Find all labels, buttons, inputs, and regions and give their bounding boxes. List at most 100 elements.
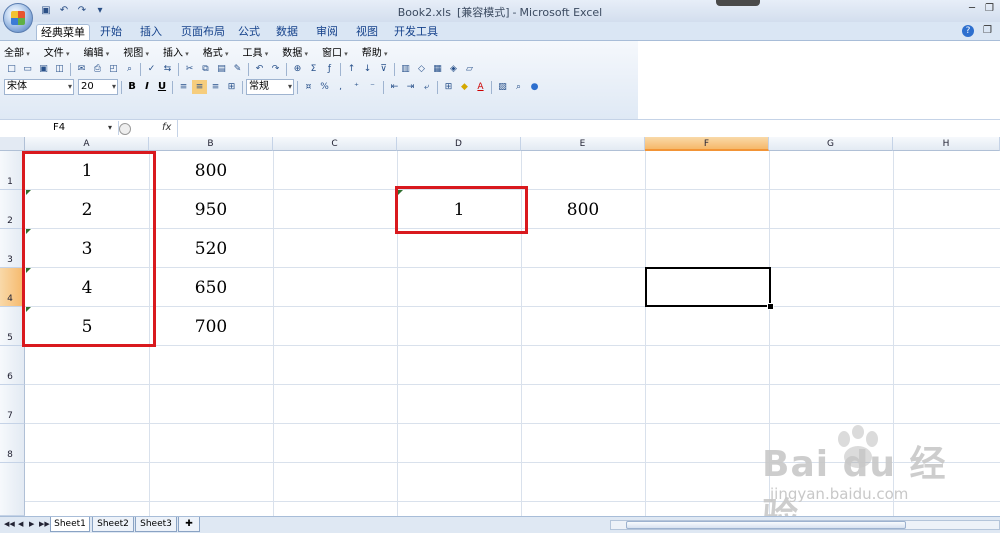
insert-function-icon[interactable]: ƒ: [322, 62, 337, 76]
filter-icon[interactable]: ⊽: [376, 62, 391, 76]
office-help-icon[interactable]: ●: [527, 80, 542, 94]
fill-color-icon[interactable]: ◆: [457, 80, 472, 94]
redo-toolbar-icon[interactable]: ↷: [268, 62, 283, 76]
italic-button[interactable]: I: [140, 80, 154, 94]
comma-button[interactable]: ,: [333, 80, 348, 94]
tab-insert[interactable]: 插入: [134, 24, 168, 40]
spelling-icon[interactable]: ✓: [144, 62, 159, 76]
decrease-indent-icon[interactable]: ⇤: [387, 80, 402, 94]
sheet-tab-2[interactable]: Sheet2: [92, 517, 134, 532]
paste-icon[interactable]: ▤: [214, 62, 229, 76]
tab-classic-menu[interactable]: 经典菜单: [36, 24, 90, 41]
cell-b3[interactable]: 520: [149, 230, 273, 268]
row-header-7[interactable]: 7: [0, 385, 25, 424]
last-sheet-icon[interactable]: ▶▶: [39, 520, 50, 528]
percent-button[interactable]: %: [317, 80, 332, 94]
open-icon[interactable]: ▭: [20, 62, 35, 76]
drawing-icon[interactable]: ◇: [414, 62, 429, 76]
column-header-f[interactable]: F: [645, 137, 769, 151]
find-icon[interactable]: ⌕: [511, 80, 526, 94]
row-header-9[interactable]: [0, 463, 25, 516]
formula-bar-handle-icon[interactable]: [119, 123, 131, 135]
tab-formulas[interactable]: 公式: [232, 24, 266, 40]
fill-handle[interactable]: [767, 303, 774, 310]
name-box-dropdown-icon[interactable]: ▾: [108, 121, 112, 135]
new-icon[interactable]: □: [4, 62, 19, 76]
column-header-h[interactable]: H: [893, 137, 1000, 151]
restore-icon[interactable]: ❐: [985, 3, 994, 14]
ribbon-restore-icon[interactable]: ❐: [983, 25, 992, 36]
active-cell-f4[interactable]: [645, 267, 771, 307]
menu-tools[interactable]: 工具: [243, 44, 269, 59]
tab-data[interactable]: 数据: [270, 24, 304, 40]
font-color-icon[interactable]: A: [473, 80, 488, 94]
column-header-a[interactable]: A: [25, 137, 149, 151]
cell-b5[interactable]: 700: [149, 308, 273, 346]
hyperlink-icon[interactable]: ⊕: [290, 62, 305, 76]
tab-developer[interactable]: 开发工具: [390, 24, 442, 40]
font-name-select[interactable]: 宋体: [4, 79, 74, 95]
font-size-select[interactable]: 20: [78, 79, 118, 95]
column-header-d[interactable]: D: [397, 137, 521, 151]
chart-icon[interactable]: ▥: [398, 62, 413, 76]
office-button[interactable]: [3, 3, 33, 33]
copy-icon[interactable]: ⧉: [198, 62, 213, 76]
column-header-e[interactable]: E: [521, 137, 645, 151]
cell-b4[interactable]: 650: [149, 269, 273, 307]
email-icon[interactable]: ✉: [74, 62, 89, 76]
save-file-icon[interactable]: ▣: [36, 62, 51, 76]
cell-b1[interactable]: 800: [149, 152, 273, 190]
folder-icon[interactable]: ▱: [462, 62, 477, 76]
minimize-icon[interactable]: ─: [969, 3, 975, 14]
help-icon[interactable]: ?: [962, 25, 974, 37]
bold-button[interactable]: B: [125, 80, 139, 94]
row-header-8[interactable]: 8: [0, 424, 25, 463]
name-box[interactable]: F4: [0, 121, 119, 135]
menu-format[interactable]: 格式: [203, 44, 229, 59]
decrease-decimal-icon[interactable]: ⁻: [365, 80, 380, 94]
prev-sheet-icon[interactable]: ◀: [18, 520, 23, 528]
align-center-icon[interactable]: ≡: [192, 80, 207, 94]
sort-ascending-icon[interactable]: ↑: [344, 62, 359, 76]
underline-button[interactable]: U: [155, 80, 169, 94]
menu-edit[interactable]: 编辑: [84, 44, 110, 59]
column-header-c[interactable]: C: [273, 137, 397, 151]
zoom-icon[interactable]: ◈: [446, 62, 461, 76]
menu-window[interactable]: 窗口: [322, 44, 348, 59]
format-painter-icon[interactable]: ✎: [230, 62, 245, 76]
menu-help[interactable]: 帮助: [362, 44, 388, 59]
translate-icon[interactable]: ⇆: [160, 62, 175, 76]
insert-function-fx-button[interactable]: fx: [162, 121, 171, 135]
undo-toolbar-icon[interactable]: ↶: [252, 62, 267, 76]
print-preview-icon[interactable]: ◰: [106, 62, 121, 76]
increase-decimal-icon[interactable]: ⁺: [349, 80, 364, 94]
menu-file[interactable]: 文件: [44, 44, 70, 59]
research-icon[interactable]: ⌕: [122, 62, 137, 76]
sheet-tab-3[interactable]: Sheet3: [135, 517, 177, 532]
column-header-g[interactable]: G: [769, 137, 893, 151]
menu-all[interactable]: 全部: [4, 44, 30, 59]
currency-icon[interactable]: ¤: [301, 80, 316, 94]
tab-review[interactable]: 审阅: [310, 24, 344, 40]
align-right-icon[interactable]: ≡: [208, 80, 223, 94]
next-sheet-icon[interactable]: ▶: [29, 520, 34, 528]
select-all-corner[interactable]: [0, 137, 25, 151]
cell-b2[interactable]: 950: [149, 191, 273, 229]
permission-icon[interactable]: ◫: [52, 62, 67, 76]
menu-data[interactable]: 数据: [282, 44, 308, 59]
print-icon[interactable]: ⎙: [90, 62, 105, 76]
sort-descending-icon[interactable]: ↓: [360, 62, 375, 76]
sheet-tab-1[interactable]: Sheet1: [50, 517, 90, 532]
align-left-icon[interactable]: ≡: [176, 80, 191, 94]
number-format-select[interactable]: 常规: [246, 79, 294, 95]
menu-view[interactable]: 视图: [123, 44, 149, 59]
wrap-text-icon[interactable]: ⤶: [419, 80, 434, 94]
tab-page-layout[interactable]: 页面布局: [176, 24, 230, 40]
cell-e2[interactable]: 800: [521, 191, 645, 229]
first-sheet-icon[interactable]: ◀◀: [4, 520, 15, 528]
insert-sheet-icon[interactable]: ✚: [178, 517, 200, 532]
column-header-b[interactable]: B: [149, 137, 273, 151]
tab-view[interactable]: 视图: [350, 24, 384, 40]
increase-indent-icon[interactable]: ⇥: [403, 80, 418, 94]
row-header-6[interactable]: 6: [0, 346, 25, 385]
